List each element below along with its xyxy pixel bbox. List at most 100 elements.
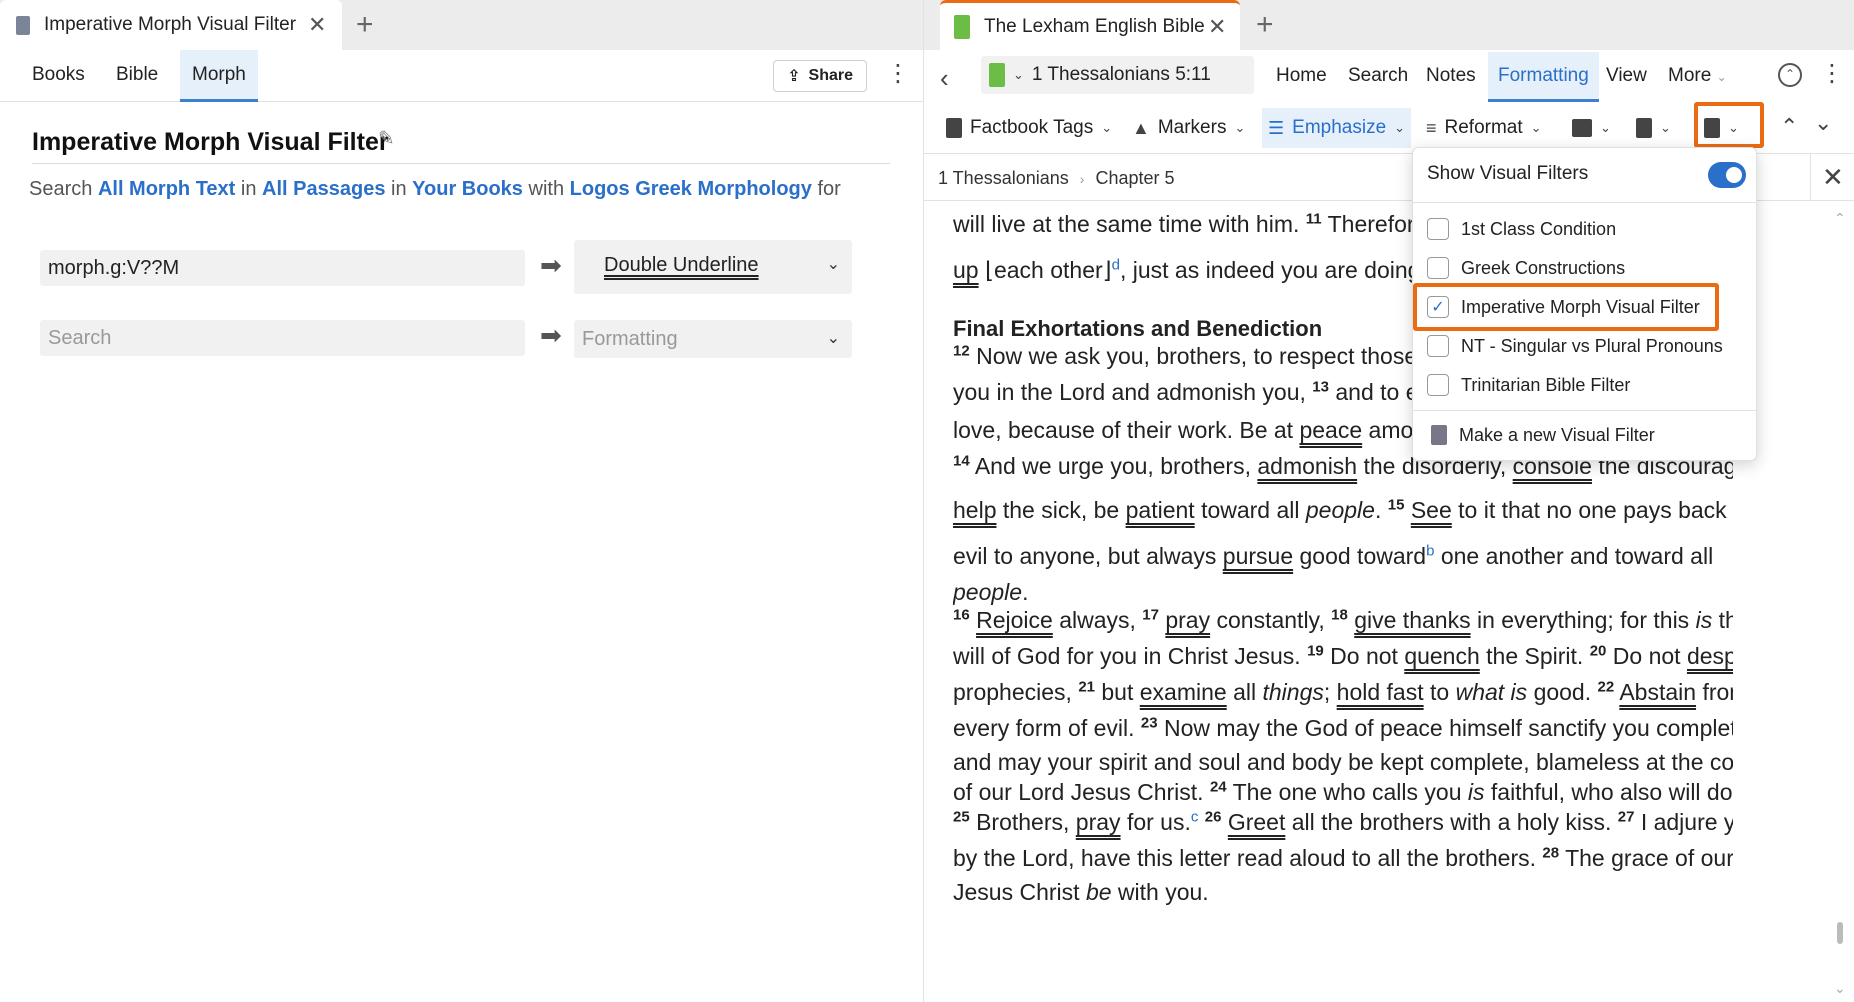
footnote-marker[interactable]: d — [1112, 256, 1120, 273]
visual-filters-highlight — [1694, 102, 1764, 148]
rule-format-select[interactable]: Double Underline ⌄ — [574, 240, 852, 294]
scroll-up-icon[interactable]: ⌃ — [1834, 210, 1846, 227]
verse-text: will live at the same time with him. — [953, 211, 1300, 237]
nav-search[interactable]: Search — [1338, 52, 1418, 102]
scroll-down-icon[interactable]: ⌄ — [1834, 980, 1846, 997]
tab-label: Imperative Morph Visual Filter — [44, 14, 297, 35]
checkbox[interactable] — [1427, 257, 1449, 279]
add-tab-icon[interactable]: + — [1256, 10, 1274, 40]
verse-number[interactable]: 19 — [1307, 642, 1324, 659]
verse-number[interactable]: 20 — [1590, 642, 1607, 659]
previous-icon[interactable]: ⌃ — [1780, 114, 1798, 140]
emphasize-button[interactable]: ☰ Emphasize ⌄ — [1262, 108, 1412, 148]
show-visual-filters-toggle[interactable] — [1708, 162, 1746, 188]
verse-number[interactable]: 11 — [1306, 210, 1322, 227]
close-icon[interactable]: ✕ — [308, 12, 326, 38]
factbook-tags-button[interactable]: Factbook Tags ⌄ — [940, 108, 1118, 148]
link-your-books[interactable]: Your Books — [412, 178, 523, 200]
chevron-down-icon[interactable]: ⌄ — [1013, 67, 1024, 83]
share-button[interactable]: ⇪ Share — [773, 60, 867, 92]
notes-button[interactable]: ⌄ — [1630, 108, 1677, 148]
verse-number[interactable]: 13 — [1312, 378, 1329, 395]
verse-number[interactable]: 24 — [1210, 778, 1227, 795]
more-options-icon[interactable]: ⋮ — [1820, 62, 1844, 86]
rule-query-input[interactable]: morph.g:V??M — [40, 250, 525, 286]
verse-text: good toward — [1299, 543, 1427, 569]
imperative-word: Greet — [1227, 809, 1286, 835]
text-line: every form of evil. 23 Now may the God o… — [953, 710, 1733, 747]
page-title: Imperative Morph Visual Filter — [32, 128, 389, 156]
scrollbar-thumb[interactable] — [1837, 922, 1843, 944]
nav-books[interactable]: Books — [20, 50, 97, 102]
nav-formatting[interactable]: Formatting — [1488, 52, 1599, 102]
imperative-word: examine — [1139, 679, 1227, 705]
verse-text: always, — [1059, 607, 1136, 633]
reading-plan-button[interactable]: ⌄ — [1566, 108, 1617, 148]
reformat-icon: ≡ — [1426, 117, 1437, 138]
markers-button[interactable]: ▲ Markers ⌄ — [1126, 108, 1251, 148]
checkbox[interactable] — [1427, 374, 1449, 396]
nav-morph[interactable]: Morph — [180, 50, 258, 102]
make-new-visual-filter[interactable]: Make a new Visual Filter — [1427, 420, 1655, 450]
imperative-word: quench — [1404, 643, 1480, 669]
close-icon[interactable]: ✕ — [1822, 162, 1844, 193]
filter-greek-constructions[interactable]: Greek Constructions — [1427, 253, 1625, 283]
chevron-down-icon: ⌄ — [826, 330, 840, 347]
verse-number[interactable]: 22 — [1598, 678, 1615, 695]
text-line: up ⌊each other⌋d, just as indeed you are… — [953, 252, 1427, 289]
breadcrumb-book[interactable]: 1 Thessalonians — [938, 168, 1069, 188]
verse-number[interactable]: 15 — [1388, 496, 1405, 513]
link-all-passages[interactable]: All Passages — [262, 178, 385, 200]
verse-text: the — [1718, 607, 1733, 633]
verse-number[interactable]: 23 — [1141, 714, 1158, 731]
footnote-marker[interactable]: c — [1191, 808, 1199, 825]
verse-number[interactable]: 25 — [953, 808, 970, 825]
reference-box[interactable]: ⌄ 1 Thessalonians 5:11 — [981, 56, 1254, 94]
verse-number[interactable]: 14 — [953, 452, 970, 469]
verse-number[interactable]: 12 — [953, 342, 970, 359]
verse-number[interactable]: 21 — [1078, 678, 1095, 695]
verse-text: every form of evil. — [953, 715, 1135, 741]
verse-text: faithful, who also will do — [1490, 779, 1733, 805]
next-icon[interactable]: ⌄ — [1814, 110, 1832, 136]
nav-view[interactable]: View — [1596, 52, 1657, 102]
verse-number[interactable]: 18 — [1331, 606, 1348, 623]
imperative-word: help — [953, 497, 997, 523]
desc-word: with — [528, 178, 565, 200]
filter-1st-class-condition[interactable]: 1st Class Condition — [1427, 214, 1616, 244]
footnote-marker[interactable]: b — [1426, 542, 1434, 559]
nav-notes[interactable]: Notes — [1416, 52, 1486, 102]
rule-format-select-empty[interactable]: Formatting ⌄ — [574, 320, 852, 358]
filter-nt-singular-vs-plural-pronouns[interactable]: NT - Singular vs Plural Pronouns — [1427, 331, 1723, 361]
right-tab-bar: The Lexham English Bible ✕ + — [924, 0, 1854, 50]
reference-text[interactable]: 1 Thessalonians 5:11 — [1032, 64, 1211, 86]
checkbox[interactable] — [1427, 218, 1449, 240]
filter-trinitarian-bible-filter[interactable]: Trinitarian Bible Filter — [1427, 370, 1630, 400]
verse-text: love, because of their work. Be at — [953, 417, 1294, 443]
tab-lexham-english-bible[interactable]: The Lexham English Bible ✕ — [940, 0, 1240, 50]
desc-word: in — [240, 178, 257, 200]
nav-home[interactable]: Home — [1266, 52, 1337, 102]
reformat-button[interactable]: ≡ Reformat ⌄ — [1420, 108, 1548, 148]
rule-query-input-empty[interactable]: Search — [40, 320, 525, 356]
verse-number[interactable]: 28 — [1542, 844, 1559, 861]
verse-text: good. — [1533, 679, 1592, 705]
close-icon[interactable]: ✕ — [1208, 14, 1226, 40]
add-tab-icon[interactable]: + — [356, 10, 374, 40]
verse-number[interactable]: 16 — [953, 606, 970, 623]
sync-circle-icon[interactable]: ⌃ — [1778, 63, 1802, 87]
tab-imperative-morph-visual-filter[interactable]: Imperative Morph Visual Filter ✕ — [0, 0, 342, 50]
nav-more[interactable]: More ⌄ — [1658, 52, 1737, 102]
nav-bible[interactable]: Bible — [104, 50, 170, 102]
back-icon[interactable]: ‹ — [940, 63, 949, 94]
emphasize-label: Emphasize — [1292, 117, 1387, 138]
verse-number[interactable]: 17 — [1142, 606, 1159, 623]
verse-number[interactable]: 27 — [1618, 808, 1635, 825]
edit-pencil-icon[interactable]: ✎ — [378, 126, 395, 151]
checkbox[interactable] — [1427, 335, 1449, 357]
link-all-morph-text[interactable]: All Morph Text — [98, 178, 235, 200]
verse-number[interactable]: 26 — [1205, 808, 1222, 825]
more-options-icon[interactable]: ⋮ — [886, 62, 910, 86]
link-logos-greek-morphology[interactable]: Logos Greek Morphology — [570, 178, 812, 200]
breadcrumb-chapter[interactable]: Chapter 5 — [1095, 168, 1174, 188]
